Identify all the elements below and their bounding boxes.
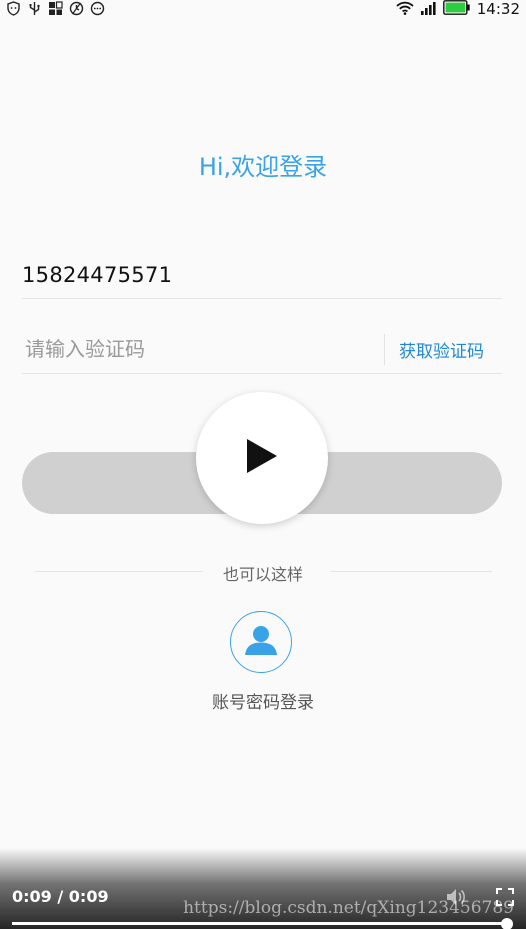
get-code-button[interactable]: 获取验证码 (399, 337, 484, 362)
usb-icon (27, 1, 42, 16)
verification-code-input[interactable] (22, 328, 380, 370)
signal-icon (420, 0, 437, 19)
apps-icon (48, 1, 63, 16)
verification-code-row: 获取验证码 (22, 328, 502, 374)
phone-number-value[interactable]: 15824475571 (22, 263, 172, 287)
account-login-label[interactable]: 账号密码登录 (0, 688, 526, 713)
status-icons-left (6, 1, 105, 16)
video-progress-bar[interactable] (12, 922, 508, 925)
play-button[interactable] (196, 392, 328, 524)
shield-icon (6, 1, 21, 16)
account-login-button[interactable] (230, 611, 292, 673)
phone-field[interactable]: 15824475571 (22, 255, 502, 299)
play-icon (244, 437, 280, 479)
user-icon (244, 624, 278, 660)
video-time: 0:09 / 0:09 (12, 887, 109, 906)
app-screen: 14:32 Hi,欢迎登录 15824475571 获取验证码 也可以这样 账号… (0, 0, 526, 929)
watermark-text: https://blog.csdn.net/qXing123456789 (183, 898, 514, 918)
battery-icon (442, 0, 471, 19)
page-title: Hi,欢迎登录 (198, 153, 328, 181)
status-bar: 14:32 (0, 0, 526, 18)
video-progress-knob[interactable] (501, 918, 513, 929)
alt-login-label: 也可以这样 (222, 565, 303, 584)
code-divider (384, 334, 385, 365)
status-time: 14:32 (476, 0, 520, 18)
wifi-icon (396, 0, 414, 19)
no-disturb-icon (69, 1, 84, 16)
more-icon (90, 1, 105, 16)
status-icons-right: 14:32 (396, 0, 520, 18)
